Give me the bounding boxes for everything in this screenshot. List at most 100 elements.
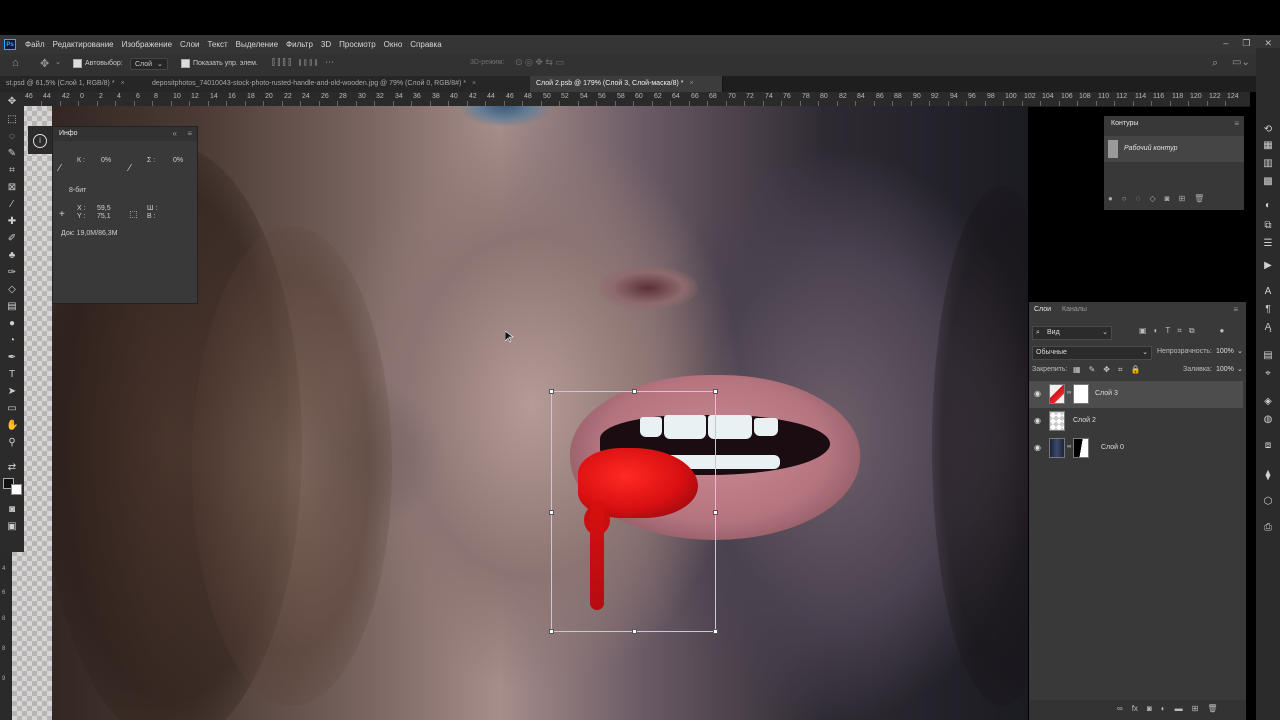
layer-mask-thumbnail[interactable] — [1073, 438, 1089, 458]
swap-colors-icon[interactable]: ⇄ — [6, 462, 18, 474]
eyedropper-tool-icon[interactable]: ⁄ — [6, 199, 18, 211]
screen-mode-icon[interactable]: ▣ — [6, 521, 18, 533]
chevron-down-icon[interactable]: ⌄ — [1237, 365, 1243, 373]
trash-icon[interactable]: 🗑 — [1194, 194, 1204, 203]
3d-icon[interactable]: ◍ — [1262, 414, 1274, 426]
layer-name[interactable]: Слой 0 — [1101, 444, 1124, 451]
paragraph-icon[interactable]: ¶ — [1262, 304, 1274, 316]
lock-transparency-icon[interactable]: ▦ — [1073, 365, 1081, 375]
quick-select-tool-icon[interactable]: ✎ — [6, 148, 18, 160]
align-icons[interactable]: ⫿ ⫿ ⫿ ⫿ ⫾ ⫾ ⫾ ⫾ ⋯ — [272, 57, 334, 68]
fill-value[interactable]: 100% — [1216, 366, 1234, 373]
layer-row-3[interactable]: ◉ ∞ Слой 3 — [1029, 381, 1243, 408]
marquee-tool-icon[interactable]: ⬚ — [6, 114, 18, 126]
blend-mode-dropdown[interactable]: Обычные ⌄ — [1032, 346, 1152, 360]
show-controls-toggle[interactable]: Показать упр. элем. — [181, 59, 258, 68]
transform-bounding-box[interactable] — [549, 389, 718, 634]
visibility-eye-icon[interactable]: ◉ — [1034, 444, 1042, 452]
blur-tool-icon[interactable]: ● — [6, 318, 18, 330]
comps-icon[interactable]: ⧈ — [1262, 440, 1274, 452]
tab-st-psd[interactable]: st.psd @ 61,5% (Слой 1, RGB/8) * × — [0, 76, 159, 92]
lock-all-icon[interactable]: 🔒 — [1130, 365, 1140, 375]
close-icon[interactable]: × — [472, 80, 476, 87]
pen-tool-icon[interactable]: ✒ — [6, 352, 18, 364]
layer-row-0[interactable]: ◉ ∞ Слой 0 — [1029, 435, 1243, 462]
transform-handle[interactable] — [632, 389, 637, 394]
lasso-tool-icon[interactable]: ◌ — [6, 131, 18, 143]
transform-handle[interactable] — [632, 629, 637, 634]
menu-file[interactable]: Файл — [21, 40, 49, 49]
panel-menu-icon[interactable]: ≡ — [1233, 305, 1238, 314]
load-selection-icon[interactable]: ◌ — [1136, 194, 1141, 203]
eraser-tool-icon[interactable]: ◇ — [6, 284, 18, 296]
fx-icon[interactable]: fx — [1132, 704, 1138, 713]
zoom-tool-icon[interactable]: ⚲ — [6, 437, 18, 449]
tab-depositphotos[interactable]: depositphotos_74010043-stock-photo-ruste… — [146, 76, 537, 92]
adjustments-icon[interactable]: ◐ — [1262, 200, 1274, 212]
autoselect-toggle[interactable]: Автовыбор: — [73, 59, 123, 68]
styles-icon[interactable]: ⌖ — [1262, 368, 1274, 380]
transform-handle[interactable] — [549, 629, 554, 634]
lock-artboard-icon[interactable]: ⌗ — [1118, 365, 1123, 375]
new-layer-icon[interactable]: ⊞ — [1192, 704, 1199, 713]
add-mask-icon[interactable]: ◙ — [1147, 704, 1152, 713]
adjustment-filter-icon[interactable]: ◐ — [1154, 326, 1159, 336]
glyphs-icon[interactable]: Ą — [1262, 322, 1274, 334]
info-panel-title[interactable]: Инфо — [59, 130, 78, 137]
layer-name[interactable]: Слой 3 — [1095, 390, 1118, 397]
lock-position-icon[interactable]: ✥ — [1103, 365, 1110, 375]
stamp-tool-icon[interactable]: ♣ — [6, 250, 18, 262]
pixel-filter-icon[interactable]: ▣ — [1139, 326, 1147, 336]
home-icon[interactable]: ⌂ — [12, 57, 19, 69]
transform-handle[interactable] — [549, 510, 554, 515]
transform-handle[interactable] — [713, 629, 718, 634]
panel-menu-icon[interactable]: ≡ — [1234, 119, 1239, 128]
quick-mask-icon[interactable]: ◙ — [6, 504, 18, 516]
layers-icon[interactable]: ◈ — [1262, 396, 1274, 408]
timeline-icon[interactable]: ⧫ — [1262, 470, 1274, 482]
frame-tool-icon[interactable]: ⊠ — [6, 182, 18, 194]
transform-handle[interactable] — [713, 510, 718, 515]
autoselect-dropdown[interactable]: Слой ⌄ — [130, 58, 168, 70]
chevron-down-icon[interactable]: ⌄ — [1237, 347, 1243, 355]
patterns-icon[interactable]: ▩ — [1262, 176, 1274, 188]
new-path-icon[interactable]: ⊞ — [1178, 194, 1185, 203]
menu-filter[interactable]: Фильтр — [282, 40, 317, 49]
menu-layers[interactable]: Слои — [176, 40, 203, 49]
tab-layers[interactable]: Слои — [1034, 306, 1051, 313]
stroke-path-icon[interactable]: ○ — [1122, 194, 1127, 203]
channels-icon[interactable]: ▤ — [1262, 350, 1274, 362]
menu-select[interactable]: Выделение — [232, 40, 282, 49]
layer-filter-dropdown[interactable]: ⌕ Вид ⌄ — [1032, 326, 1112, 340]
layer-row-2[interactable]: ◉ Слой 2 — [1029, 408, 1243, 435]
visibility-eye-icon[interactable]: ◉ — [1034, 417, 1042, 425]
chain-link-icon[interactable]: ∞ — [1067, 390, 1071, 396]
menu-help[interactable]: Справка — [406, 40, 445, 49]
opacity-value[interactable]: 100% — [1216, 348, 1234, 355]
add-mask-icon[interactable]: ◙ — [1165, 194, 1170, 203]
tab-layer2-psb[interactable]: Слой 2.psb @ 179% (Слой 3, Слой-маска/8)… — [530, 76, 723, 92]
layer-name[interactable]: Слой 2 — [1073, 417, 1096, 424]
history-brush-icon[interactable]: ✑ — [6, 267, 18, 279]
transform-handle[interactable] — [713, 389, 718, 394]
clone-source-icon[interactable]: ⎙ — [1262, 522, 1274, 534]
new-group-icon[interactable]: ▬ — [1175, 704, 1183, 713]
properties-icon[interactable]: ☰ — [1262, 238, 1274, 250]
menu-3d[interactable]: 3D — [317, 40, 335, 49]
path-row[interactable]: Рабочий контур — [1104, 136, 1244, 162]
restore-icon[interactable]: ❐ — [1242, 38, 1250, 49]
move-tool-icon[interactable]: ✥ — [40, 57, 49, 70]
smart-filter-icon[interactable]: ⧉ — [1189, 326, 1195, 336]
libraries-icon[interactable]: ⧉ — [1262, 220, 1274, 232]
type-filter-icon[interactable]: T — [1165, 326, 1170, 336]
type-tool-icon[interactable]: T — [6, 369, 18, 381]
close-icon[interactable]: × — [121, 80, 125, 87]
transform-handle[interactable] — [549, 389, 554, 394]
chevron-down-icon[interactable]: ⌄ — [55, 58, 61, 66]
hand-tool-icon[interactable]: ✋ — [6, 420, 18, 432]
panel-menu-icon[interactable]: ≡ — [187, 129, 192, 138]
link-layers-icon[interactable]: ∞ — [1117, 704, 1123, 713]
chain-link-icon[interactable]: ∞ — [1067, 444, 1071, 450]
dodge-tool-icon[interactable]: ◔ — [6, 335, 18, 347]
gradients-icon[interactable]: ▥ — [1262, 158, 1274, 170]
